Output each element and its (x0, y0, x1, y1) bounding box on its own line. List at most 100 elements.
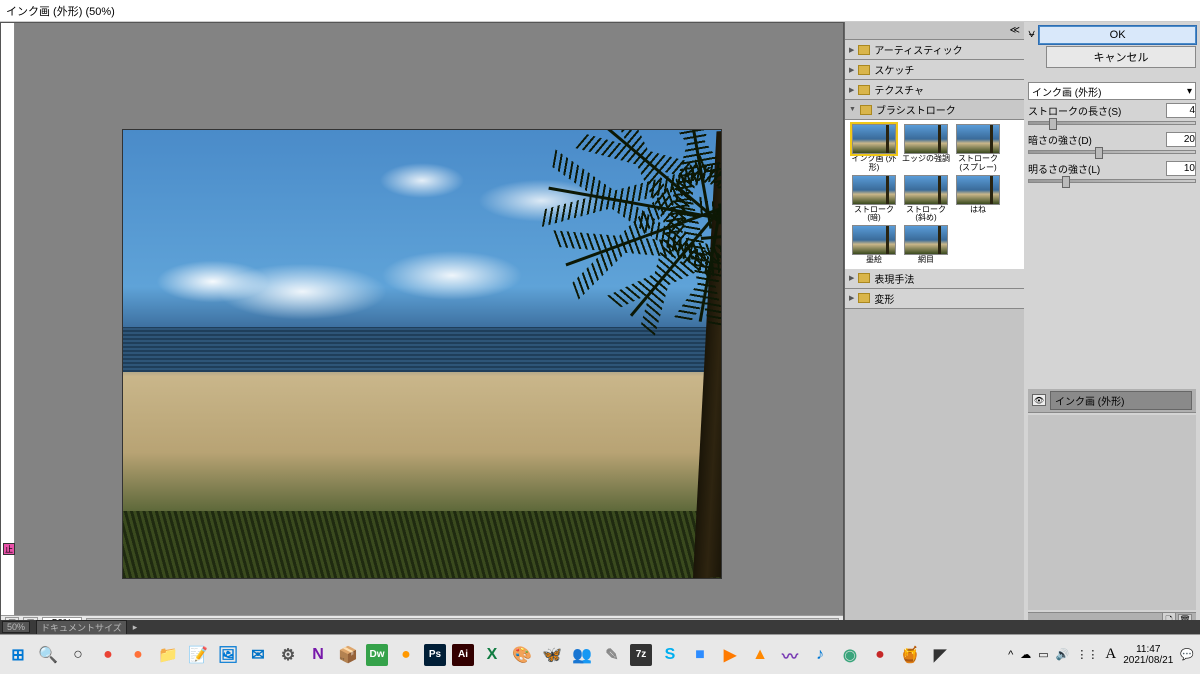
canvas-view[interactable]: 止 (1, 23, 843, 615)
slider-track-1[interactable] (1028, 150, 1196, 154)
tray-volume-icon[interactable]: 🔊 (1056, 648, 1070, 661)
taskbar-app3-icon[interactable]: ◉ (838, 643, 862, 667)
slider-thumb-1[interactable] (1095, 147, 1103, 159)
canvas-panel: 止 ⊟ ⊞ (0, 22, 844, 632)
thumb-label: 網目 (901, 256, 951, 265)
chevron-down-icon: ▾ (1187, 86, 1192, 97)
visibility-icon[interactable]: 👁 (1032, 394, 1046, 406)
taskbar-butterfly-icon[interactable]: 🦋 (540, 643, 564, 667)
taskbar: ⊞🔍○●●📁📝🖼✉⚙N📦Dw●PsAiX🎨🦋👥✎7zS■▶▲〰♪◉●🍯◤ ^ ☁… (0, 634, 1200, 674)
taskbar-settings-icon[interactable]: ⚙ (276, 643, 300, 667)
taskbar-vlc-icon[interactable]: ▲ (748, 643, 772, 667)
taskbar-onenote-icon[interactable]: N (306, 643, 330, 667)
taskbar-apps: ⊞🔍○●●📁📝🖼✉⚙N📦Dw●PsAiX🎨🦋👥✎7zS■▶▲〰♪◉●🍯◤ (6, 643, 952, 667)
taskbar-photos-icon[interactable]: 🖼 (216, 643, 240, 667)
filter-select-dropdown[interactable]: インク画 (外形) ▾ (1028, 82, 1196, 100)
category-brush-strokes[interactable]: ▼ブラシストローク (845, 100, 1024, 120)
tray-notifications-icon[interactable]: 💬 (1180, 648, 1194, 661)
expand-icon[interactable]: ⍱ (1028, 26, 1035, 44)
category-texture[interactable]: ▶テクスチャ (845, 80, 1024, 100)
taskbar-cortana-icon[interactable]: ○ (66, 643, 90, 667)
slider-thumb-0[interactable] (1049, 118, 1057, 130)
folder-icon (860, 105, 872, 115)
slider-value-1[interactable] (1166, 132, 1196, 147)
ok-button[interactable]: OK (1039, 26, 1196, 44)
slider-value-0[interactable] (1166, 103, 1196, 118)
category-stylize[interactable]: ▶表現手法 (845, 269, 1024, 289)
tray-ime-icon[interactable]: A (1105, 646, 1116, 663)
taskbar-media-icon[interactable]: ▶ (718, 643, 742, 667)
thumb-label: インク画 (外形) (849, 155, 899, 173)
taskbar-firefox-icon[interactable]: ● (126, 643, 150, 667)
filter-gallery-panel: ≪ ▶アーティスティック ▶スケッチ ▶テクスチャ ▼ブラシストローク インク画… (844, 22, 1024, 632)
status-expand-icon[interactable]: ▸ (133, 622, 138, 633)
status-doc-label: ドキュメントサイズ (36, 620, 127, 635)
tray-clock[interactable]: 11:47 2021/08/21 (1123, 644, 1173, 666)
thumb-label: エッジの強調 (901, 155, 951, 164)
effect-layer-title[interactable]: インク画 (外形) (1050, 391, 1192, 410)
taskbar-sublime-icon[interactable]: ● (394, 643, 418, 667)
filter-thumb-7[interactable]: 網目 (901, 225, 951, 265)
ruler-marker[interactable]: 止 (3, 543, 15, 555)
clock-date: 2021/08/21 (1123, 655, 1173, 666)
taskbar-illustrator-icon[interactable]: Ai (452, 644, 474, 666)
thumb-image (904, 225, 948, 255)
taskbar-music-icon[interactable]: ♪ (808, 643, 832, 667)
taskbar-app4-icon[interactable]: 🍯 (898, 643, 922, 667)
filter-thumb-3[interactable]: ストローク(暗) (849, 175, 899, 224)
triangle-right-icon: ▶ (849, 66, 854, 74)
panel-collapse-button[interactable]: ≪ (845, 22, 1024, 40)
slider-track-2[interactable] (1028, 179, 1196, 183)
slider-value-2[interactable] (1166, 161, 1196, 176)
category-sketch[interactable]: ▶スケッチ (845, 60, 1024, 80)
category-distort[interactable]: ▶変形 (845, 289, 1024, 309)
taskbar-photoshop-icon[interactable]: Ps (424, 644, 446, 666)
taskbar-chrome-icon[interactable]: ● (96, 643, 120, 667)
taskbar-zoom-icon[interactable]: ■ (688, 643, 712, 667)
triangle-down-icon: ▼ (849, 106, 856, 113)
taskbar-app1-icon[interactable]: ✎ (600, 643, 624, 667)
taskbar-resources-icon[interactable]: 📦 (336, 643, 360, 667)
taskbar-dreamweaver-icon[interactable]: Dw (366, 644, 388, 666)
taskbar-excel-icon[interactable]: X (480, 643, 504, 667)
filter-thumb-5[interactable]: はね (953, 175, 1003, 224)
taskbar-outlook-icon[interactable]: ✉ (246, 643, 270, 667)
filter-thumb-0[interactable]: インク画 (外形) (849, 124, 899, 173)
taskbar-app5-icon[interactable]: ◤ (928, 643, 952, 667)
taskbar-explorer-icon[interactable]: 📁 (156, 643, 180, 667)
triangle-right-icon: ▶ (849, 274, 854, 282)
window-title: インク画 (外形) (50%) (6, 3, 115, 19)
taskbar-notes-icon[interactable]: 📝 (186, 643, 210, 667)
filter-thumb-2[interactable]: ストローク(スプレー) (953, 124, 1003, 173)
cancel-button[interactable]: キャンセル (1046, 46, 1196, 68)
taskbar-start-icon[interactable]: ⊞ (6, 643, 30, 667)
taskbar-skype-icon[interactable]: S (658, 643, 682, 667)
taskbar-7z-icon[interactable]: 7z (630, 644, 652, 666)
filter-thumb-6[interactable]: 墨絵 (849, 225, 899, 265)
thumb-image (904, 124, 948, 154)
thumb-image (956, 124, 1000, 154)
slider-label-1: 暗さの強さ(D) (1028, 132, 1092, 147)
taskbar-teams-icon[interactable]: 👥 (570, 643, 594, 667)
filter-thumb-4[interactable]: ストローク(斜め) (901, 175, 951, 224)
category-artistic[interactable]: ▶アーティスティック (845, 40, 1024, 60)
tray-up-icon[interactable]: ^ (1008, 649, 1013, 661)
triangle-right-icon: ▶ (849, 294, 854, 302)
thumb-image (852, 175, 896, 205)
folder-icon (858, 273, 870, 283)
tray-network-icon[interactable]: ⋮⋮ (1076, 648, 1098, 661)
triangle-right-icon: ▶ (849, 46, 854, 54)
folder-icon (858, 85, 870, 95)
taskbar-app2-icon[interactable]: 〰 (778, 643, 802, 667)
taskbar-paint-icon[interactable]: 🎨 (510, 643, 534, 667)
slider-thumb-2[interactable] (1062, 176, 1070, 188)
tray-battery-icon[interactable]: ▭ (1038, 648, 1048, 661)
image-preview (122, 129, 722, 579)
taskbar-record-icon[interactable]: ● (868, 643, 892, 667)
thumb-image (852, 225, 896, 255)
filter-thumb-1[interactable]: エッジの強調 (901, 124, 951, 173)
taskbar-search-icon[interactable]: 🔍 (36, 643, 60, 667)
main-area: 止 ⊟ ⊞ ≪ ▶アーティスティック (0, 22, 1200, 632)
tray-cloud-icon[interactable]: ☁ (1020, 648, 1031, 661)
slider-track-0[interactable] (1028, 121, 1196, 125)
